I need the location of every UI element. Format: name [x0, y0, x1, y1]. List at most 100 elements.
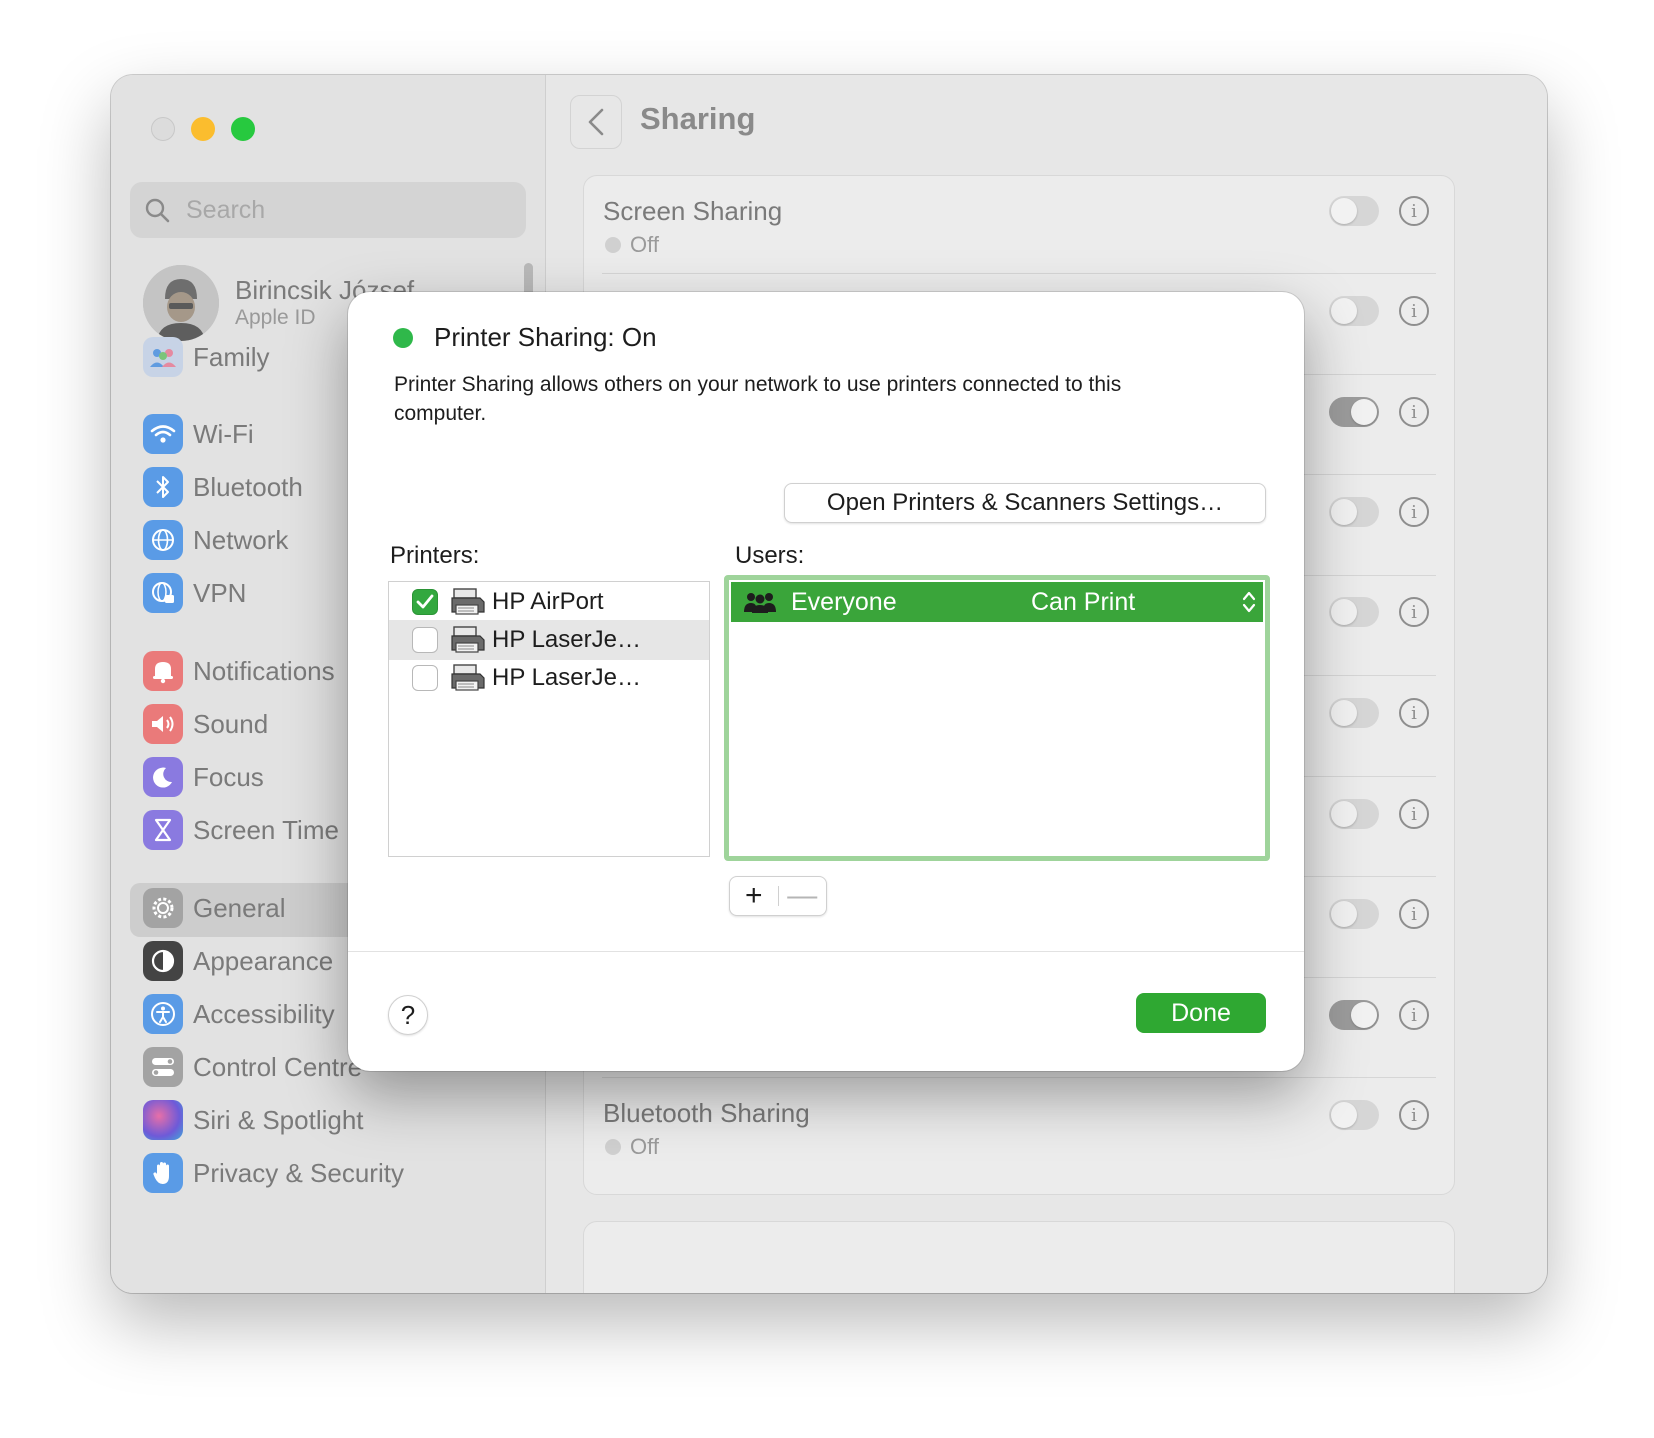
accessibility-icon — [143, 994, 183, 1034]
info-icon[interactable]: i — [1399, 698, 1429, 728]
globe-icon — [143, 520, 183, 560]
bell-icon — [143, 651, 183, 691]
sidebar-item-label: Family — [193, 341, 270, 372]
info-icon[interactable]: i — [1399, 1000, 1429, 1030]
user-row[interactable]: Everyone Can Print — [731, 582, 1263, 622]
info-icon[interactable]: i — [1399, 296, 1429, 326]
sidebar-item-label: Control Centre — [193, 1051, 363, 1082]
sidebar-item-label: Wi-Fi — [193, 418, 254, 449]
info-icon[interactable]: i — [1399, 899, 1429, 929]
page-title: Sharing — [640, 101, 756, 136]
sidebar-item-privacy-security[interactable]: Privacy & Security — [143, 1150, 404, 1196]
add-user-button[interactable]: + — [730, 877, 778, 915]
zoom-window-button[interactable] — [231, 117, 255, 141]
info-icon[interactable]: i — [1399, 1100, 1429, 1130]
printer-name: HP LaserJe… — [492, 664, 641, 691]
hand-icon — [143, 1153, 183, 1193]
speaker-icon — [143, 704, 183, 744]
sidebar-item-siri-spotlight[interactable]: Siri & Spotlight — [143, 1097, 364, 1143]
minimize-window-button[interactable] — [191, 117, 215, 141]
dialog-divider — [348, 951, 1304, 952]
printer-name: HP AirPort — [492, 588, 604, 615]
hourglass-icon — [143, 810, 183, 850]
printers-label: Printers: — [390, 542, 480, 569]
sidebar-item-wifi[interactable]: Wi-Fi — [143, 411, 254, 457]
sidebar-item-label: Sound — [193, 708, 269, 739]
sidebar-item-sound[interactable]: Sound — [143, 701, 268, 747]
bluetooth-icon — [143, 467, 183, 507]
printer-row[interactable]: HP AirPort — [389, 582, 709, 622]
toggle-switch[interactable] — [1329, 899, 1379, 929]
info-icon[interactable]: i — [1399, 799, 1429, 829]
wifi-icon — [143, 414, 183, 454]
printer-checkbox[interactable] — [412, 665, 438, 691]
sidebar-item-label: VPN — [193, 577, 247, 608]
family-icon — [143, 337, 183, 377]
sidebar-item-appearance[interactable]: Appearance — [143, 938, 333, 984]
sidebar-item-label: Focus — [193, 761, 264, 792]
remove-user-button[interactable]: — — [778, 877, 826, 915]
sidebar-item-family[interactable]: Family — [143, 334, 270, 380]
status-dot — [393, 328, 413, 348]
checkmark-icon — [416, 594, 434, 609]
printer-checkbox[interactable] — [412, 589, 438, 615]
sidebar-item-label: Siri & Spotlight — [193, 1104, 364, 1135]
sidebar-item-accessibility[interactable]: Accessibility — [143, 991, 335, 1037]
sidebar-item-vpn[interactable]: VPN — [143, 570, 246, 616]
vpn-globe-icon — [143, 573, 183, 613]
users-list: Everyone Can Print — [724, 575, 1270, 861]
sidebar-item-label: Screen Time — [193, 814, 339, 845]
toggle-switch[interactable] — [1329, 497, 1379, 527]
sidebar-item-control-centre[interactable]: Control Centre — [143, 1044, 362, 1090]
info-icon[interactable]: i — [1399, 196, 1429, 226]
sidebar-item-bluetooth[interactable]: Bluetooth — [143, 464, 303, 510]
permission-select[interactable]: Can Print — [1031, 588, 1241, 617]
info-icon[interactable]: i — [1399, 397, 1429, 427]
toggle-switch[interactable] — [1329, 296, 1379, 326]
status-text: Off — [630, 1134, 659, 1159]
toggle-switch[interactable] — [1329, 196, 1379, 226]
row-divider — [602, 1077, 1436, 1078]
info-icon[interactable]: i — [1399, 497, 1429, 527]
chevron-up-down-icon[interactable] — [1241, 589, 1257, 615]
dialog-description: Printer Sharing allows others on your ne… — [394, 373, 1122, 425]
sidebar-item-notifications[interactable]: Notifications — [143, 648, 335, 694]
row-status: Off — [605, 232, 659, 258]
sidebar-item-network[interactable]: Network — [143, 517, 288, 563]
toggle-switch[interactable] — [1329, 397, 1379, 427]
sidebar-item-focus[interactable]: Focus — [143, 754, 264, 800]
open-printers-scanners-settings-button[interactable]: Open Printers & Scanners Settings… — [784, 483, 1266, 523]
sidebar-item-screen-time[interactable]: Screen Time — [143, 807, 339, 853]
back-button[interactable] — [570, 95, 622, 149]
row-divider — [602, 273, 1436, 274]
sidebar-item-label: Notifications — [193, 655, 335, 686]
printer-icon — [451, 588, 485, 615]
toggle-switch[interactable] — [1329, 1000, 1379, 1030]
printers-list: HP AirPort HP LaserJe… HP LaserJe… — [388, 581, 710, 857]
toggle-switch[interactable] — [1329, 597, 1379, 627]
sidebar-item-label: Privacy & Security — [193, 1157, 404, 1188]
printer-row[interactable]: HP LaserJe… — [389, 658, 709, 698]
row-status: Off — [605, 1134, 659, 1160]
dialog-title: Printer Sharing: On — [434, 322, 657, 352]
sidebar-item-general[interactable]: General — [143, 885, 286, 931]
info-icon[interactable]: i — [1399, 597, 1429, 627]
done-button[interactable]: Done — [1136, 993, 1266, 1033]
add-remove-control: + — — [729, 876, 827, 916]
status-dot — [605, 1139, 621, 1155]
printer-checkbox[interactable] — [412, 627, 438, 653]
search-field[interactable] — [130, 182, 526, 238]
status-dot — [605, 237, 621, 253]
search-input[interactable] — [184, 194, 508, 226]
avatar — [143, 265, 219, 341]
close-window-button[interactable] — [151, 117, 175, 141]
toggle-switch[interactable] — [1329, 799, 1379, 829]
toggle-switch[interactable] — [1329, 1100, 1379, 1130]
help-button[interactable]: ? — [388, 995, 428, 1035]
sidebar-item-label: Network — [193, 524, 289, 555]
group-icon — [744, 593, 776, 613]
printer-name: HP LaserJe… — [492, 626, 641, 653]
printer-icon — [451, 664, 485, 691]
toggle-switch[interactable] — [1329, 698, 1379, 728]
printer-row[interactable]: HP LaserJe… — [389, 620, 709, 660]
